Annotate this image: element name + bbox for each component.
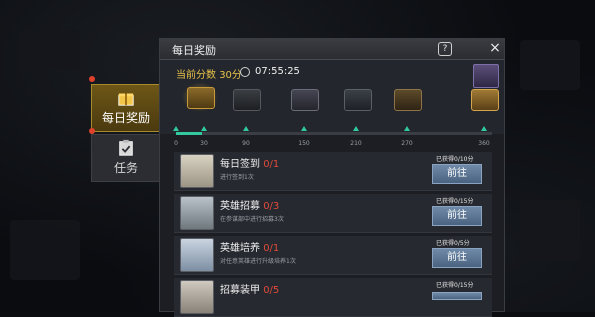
milestone-label: 30 xyxy=(200,140,208,147)
milestone-marker xyxy=(173,126,179,131)
background-tile xyxy=(20,30,80,70)
task-reward: 已获得0/10分 xyxy=(436,156,474,163)
armor-icon xyxy=(180,280,214,314)
score-value: 30分 xyxy=(219,70,242,81)
tab-daily-reward[interactable]: 每日奖励 xyxy=(91,84,161,132)
background-tile xyxy=(10,220,80,280)
milestone-marker xyxy=(201,126,207,131)
task-row: 英雄招募 0/3 在参谋部中进行招募3次 已获得0/15分 前往 xyxy=(174,194,492,233)
score-label: 当前分数 30分 xyxy=(176,70,242,81)
special-chest-icon[interactable] xyxy=(473,64,499,88)
task-progress: 0/5 xyxy=(263,285,280,296)
background-tile xyxy=(520,200,580,260)
tab-task[interactable]: 任务 xyxy=(91,134,161,182)
milestone-marker xyxy=(301,126,307,131)
task-name: 英雄培养 0/1 xyxy=(220,243,280,254)
clock-icon xyxy=(240,67,250,77)
gift-icon xyxy=(118,93,134,106)
scroll-icon xyxy=(180,154,214,188)
milestone-marker xyxy=(353,126,359,131)
task-name: 每日签到 0/1 xyxy=(220,159,280,170)
task-reward: 已获得0/15分 xyxy=(436,198,474,205)
chest-icon[interactable] xyxy=(187,87,215,109)
background-tile xyxy=(520,40,580,90)
task-name: 招募装甲 0/5 xyxy=(220,285,280,296)
chest-icon[interactable] xyxy=(233,89,261,111)
go-button[interactable]: 前往 xyxy=(432,206,482,226)
horn-icon xyxy=(180,196,214,230)
milestone-label: 0 xyxy=(174,140,178,147)
milestone-marker xyxy=(404,126,410,131)
task-progress: 0/3 xyxy=(263,201,280,212)
panel-title: 每日奖励 xyxy=(172,44,216,57)
task-reward: 已获得0/5分 xyxy=(436,240,470,247)
task-row: 英雄培养 0/1 对任意英雄进行升级培养1次 已获得0/5分 前往 xyxy=(174,236,492,275)
tab-daily-reward-label: 每日奖励 xyxy=(101,111,150,125)
tab-alert-dot xyxy=(89,76,95,82)
milestone-label: 150 xyxy=(298,140,310,147)
milestone-label: 210 xyxy=(350,140,362,147)
chest-icon[interactable] xyxy=(471,89,499,111)
go-button[interactable]: 前往 xyxy=(432,248,482,268)
go-button[interactable] xyxy=(432,292,482,300)
task-description: 对任意英雄进行升级培养1次 xyxy=(220,258,296,265)
document-icon xyxy=(180,238,214,272)
panel-header: 每日奖励 ? × xyxy=(160,39,504,60)
chest-icon[interactable] xyxy=(394,89,422,111)
task-description: 进行签到1次 xyxy=(220,174,254,181)
milestone-label: 270 xyxy=(401,140,413,147)
task-description: 在参谋部中进行招募3次 xyxy=(220,216,284,223)
task-reward: 已获得0/15分 xyxy=(436,282,474,289)
daily-reward-panel: 每日奖励 ? × 当前分数 30分 07:55:25 0 30 90 150 2… xyxy=(159,38,505,317)
countdown-timer: 07:55:25 xyxy=(255,66,300,77)
score-section: 当前分数 30分 07:55:25 0 30 90 150 210 270 36… xyxy=(160,60,504,147)
progress-fill xyxy=(176,132,203,135)
task-row: 招募装甲 0/5 已获得0/15分 xyxy=(174,278,492,317)
tab-task-label: 任务 xyxy=(113,161,138,175)
task-row: 每日签到 0/1 进行签到1次 已获得0/10分 前往 xyxy=(174,152,492,191)
task-progress: 0/1 xyxy=(263,243,280,254)
clipboard-check-icon xyxy=(119,139,133,156)
go-button[interactable]: 前往 xyxy=(432,164,482,184)
chest-icon[interactable] xyxy=(344,89,372,111)
help-icon[interactable]: ? xyxy=(438,42,452,56)
task-progress: 0/1 xyxy=(263,159,280,170)
milestone-marker xyxy=(481,126,487,131)
chest-icon[interactable] xyxy=(291,89,319,111)
milestone-label: 360 xyxy=(478,140,490,147)
close-icon[interactable]: × xyxy=(487,39,503,57)
milestone-marker xyxy=(243,126,249,131)
progress-track xyxy=(176,132,492,135)
task-name: 英雄招募 0/3 xyxy=(220,201,280,212)
milestone-label: 90 xyxy=(242,140,250,147)
